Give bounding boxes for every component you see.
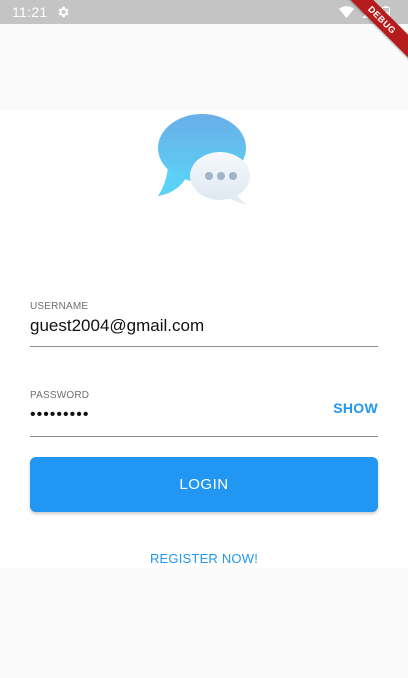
gear-icon bbox=[56, 5, 70, 19]
status-time: 11:21 bbox=[12, 4, 48, 20]
wifi-icon bbox=[339, 6, 354, 18]
login-card: USERNAME guest2004@gmail.com PASSWORD ••… bbox=[0, 110, 408, 568]
password-label: PASSWORD bbox=[30, 390, 90, 401]
username-underline bbox=[30, 346, 378, 347]
username-field[interactable]: USERNAME guest2004@gmail.com bbox=[30, 301, 378, 358]
password-input[interactable]: ••••••••• bbox=[30, 406, 378, 428]
login-button-label: LOGIN bbox=[179, 476, 229, 493]
username-input[interactable]: guest2004@gmail.com bbox=[30, 316, 378, 338]
show-password-button[interactable]: SHOW bbox=[333, 400, 378, 416]
password-underline bbox=[30, 436, 378, 437]
register-link[interactable]: REGISTER NOW! bbox=[0, 551, 408, 566]
username-label: USERNAME bbox=[30, 301, 89, 312]
status-bar: 11:21 bbox=[0, 0, 408, 24]
chat-bubbles-icon bbox=[156, 112, 252, 206]
password-field[interactable]: PASSWORD ••••••••• SHOW bbox=[30, 390, 378, 447]
app-screen: 11:21 DEBUG USERNAME guest2004@gmail.com… bbox=[0, 0, 408, 678]
login-button[interactable]: LOGIN bbox=[30, 457, 378, 512]
